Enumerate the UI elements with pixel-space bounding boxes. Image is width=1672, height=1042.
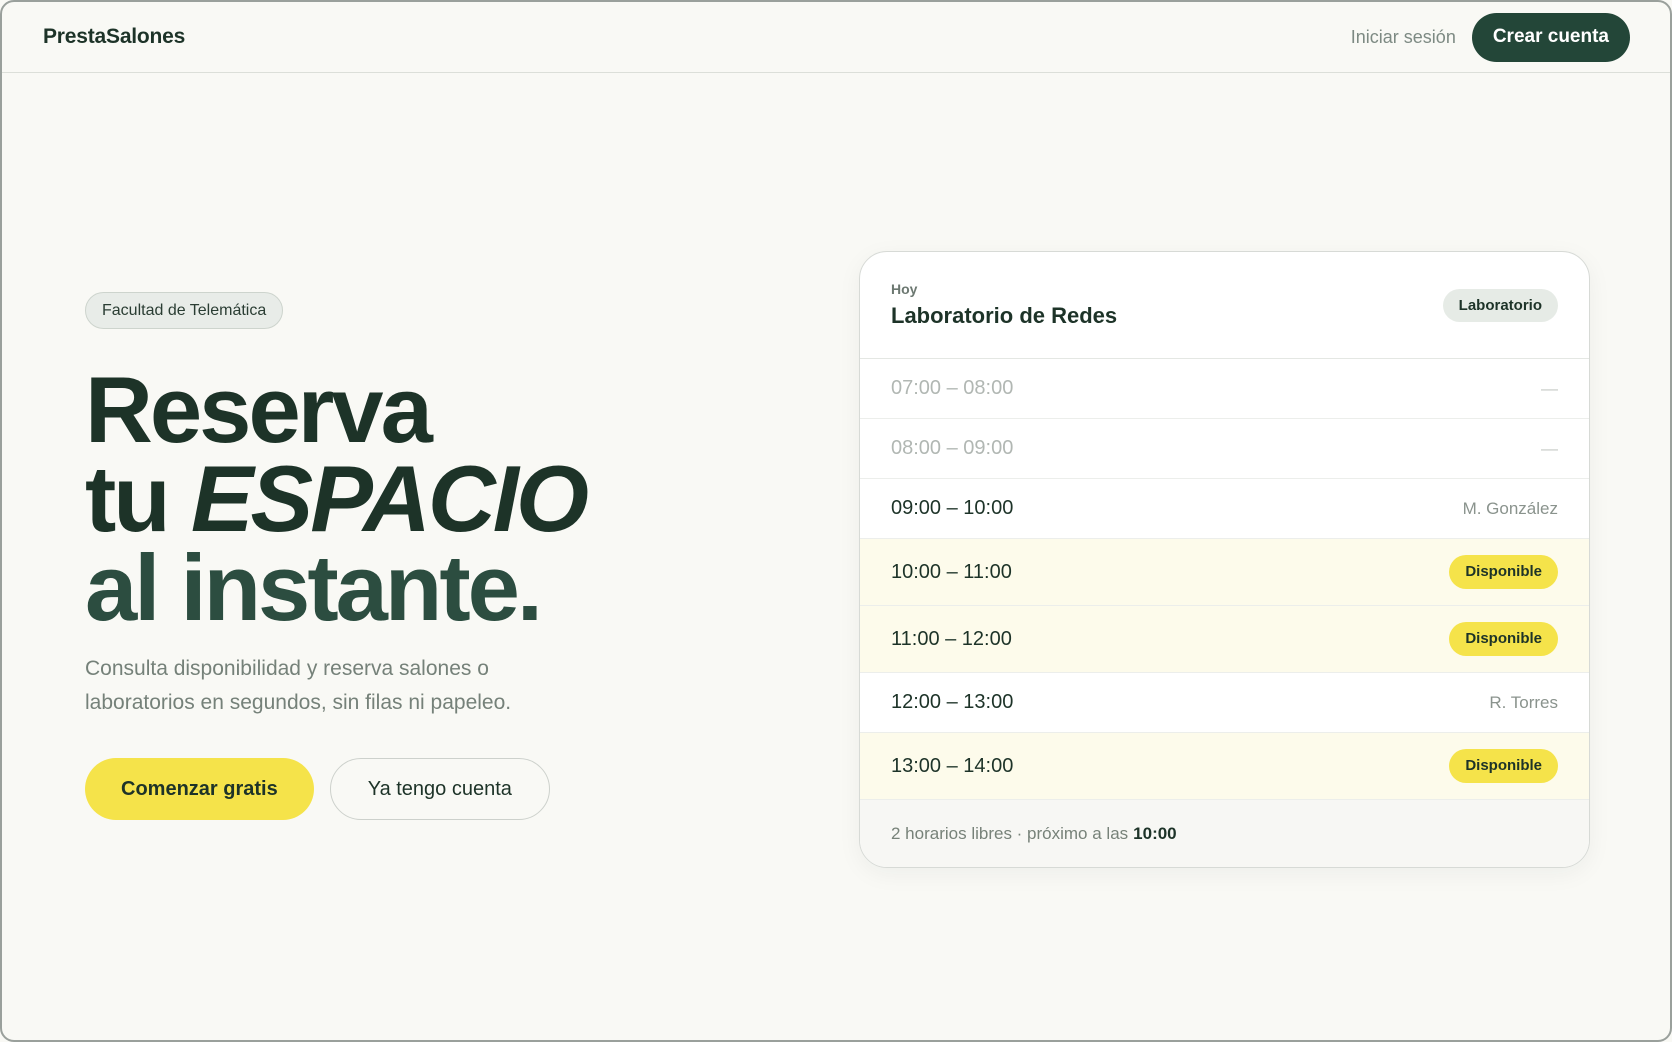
time-slot-row[interactable]: 12:00 – 13:00 R. Torres [860, 673, 1589, 733]
slot-time: 12:00 – 13:00 [891, 691, 1014, 713]
time-slot-row: 08:00 – 09:00 — [860, 419, 1589, 479]
summary-text: 2 horarios libres · próximo a las [891, 824, 1129, 843]
brand-logo[interactable]: PrestaSalones [43, 25, 185, 49]
headline-line-2: tu ESPACIO [85, 452, 725, 546]
card-heading: Hoy Laboratorio de Redes [891, 281, 1117, 329]
headline-line-1: Reserva [85, 357, 433, 462]
day-label: Hoy [891, 281, 918, 297]
slot-time: 13:00 – 14:00 [891, 754, 1014, 777]
headline-line-3: al instante. [85, 535, 543, 640]
available-badge[interactable]: Disponible [1449, 622, 1558, 656]
login-link[interactable]: Iniciar sesión [1351, 27, 1456, 48]
slot-time: 08:00 – 09:00 [891, 437, 1014, 459]
have-account-button[interactable]: Ya tengo cuenta [329, 758, 550, 820]
hero-subtitle: Consulta disponibilidad y reserva salone… [85, 657, 512, 714]
schedule-card: Hoy Laboratorio de Redes Laboratorio 07:… [859, 251, 1590, 868]
time-slot-row[interactable]: 11:00 – 12:00 Disponible [860, 606, 1589, 673]
room-type-badge: Laboratorio [1442, 288, 1558, 322]
room-name: Laboratorio de Redes [891, 303, 1118, 328]
top-navigation: PrestaSalones Iniciar sesión Crear cuent… [2, 2, 1670, 73]
slot-status: — [1541, 378, 1558, 398]
slot-time: 10:00 – 11:00 [891, 560, 1012, 583]
hero-section: Facultad de Telemática Reserva tu ESPACI… [85, 292, 725, 820]
time-slot-row[interactable]: 10:00 – 11:00 Disponible [860, 539, 1589, 606]
faculty-tag: Facultad de Telemática [85, 292, 284, 329]
available-badge[interactable]: Disponible [1449, 749, 1558, 783]
slot-booked-by: R. Torres [1489, 692, 1558, 712]
schedule-summary: 2 horarios libres · próximo a las 10:00 [860, 800, 1589, 867]
slot-time: 07:00 – 08:00 [891, 377, 1014, 399]
cta-row: Comenzar gratis Ya tengo cuenta [85, 758, 725, 820]
start-free-button[interactable]: Comenzar gratis [85, 758, 314, 820]
schedule-card-header: Hoy Laboratorio de Redes Laboratorio [860, 252, 1589, 359]
signup-button[interactable]: Crear cuenta [1471, 12, 1630, 62]
nav-actions: Iniciar sesión Crear cuenta [1351, 12, 1630, 62]
slot-booked-by: M. González [1462, 498, 1558, 518]
time-slot-row[interactable]: 13:00 – 14:00 Disponible [860, 733, 1589, 800]
time-slot-row: 07:00 – 08:00 — [860, 359, 1589, 419]
slot-time: 09:00 – 10:00 [891, 497, 1014, 519]
app-frame: PrestaSalones Iniciar sesión Crear cuent… [0, 0, 1672, 1042]
slot-time: 11:00 – 12:00 [891, 627, 1012, 650]
next-free-time: 10:00 [1133, 824, 1177, 843]
hero-headline: Reserva tu ESPACIO al instante. [85, 357, 725, 640]
time-slot-row[interactable]: 09:00 – 10:00 M. González [860, 479, 1589, 539]
slot-status: — [1541, 438, 1558, 458]
available-badge[interactable]: Disponible [1449, 555, 1558, 589]
